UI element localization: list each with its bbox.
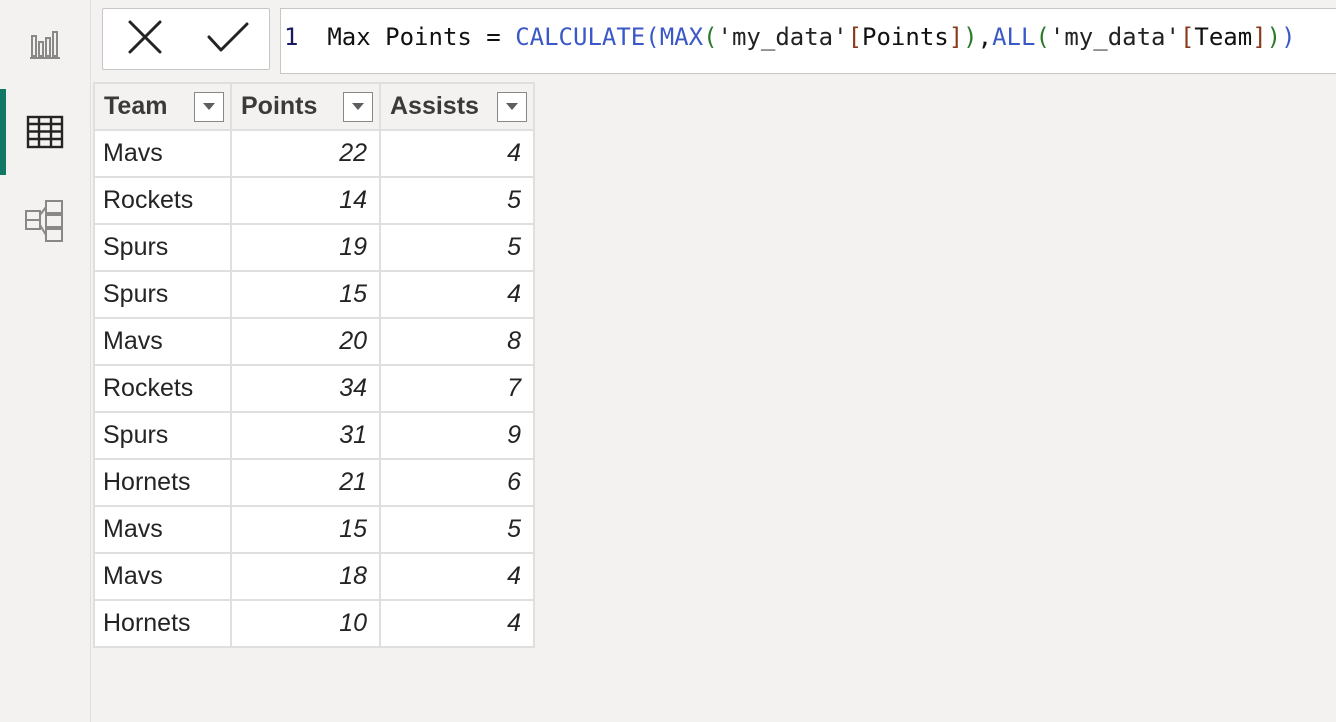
- assists-cell[interactable]: 9: [379, 411, 535, 460]
- team-cell[interactable]: Mavs: [93, 505, 232, 554]
- table-row: Spurs 31 9: [93, 411, 535, 460]
- team-cell[interactable]: Mavs: [93, 129, 232, 178]
- assists-cell[interactable]: 4: [379, 129, 535, 178]
- table-row: Mavs 18 4: [93, 552, 535, 601]
- table-row: Mavs 15 5: [93, 505, 535, 554]
- column-header-points[interactable]: Points: [230, 82, 381, 131]
- points-cell[interactable]: 19: [230, 223, 381, 272]
- column-reference: Team: [1194, 23, 1253, 51]
- filter-dropdown-icon[interactable]: [497, 91, 527, 122]
- comma: ,: [977, 23, 993, 51]
- view-switcher-rail: [0, 0, 91, 722]
- team-cell[interactable]: Mavs: [93, 317, 232, 366]
- column-reference: Points: [862, 23, 949, 51]
- points-cell[interactable]: 14: [230, 176, 381, 225]
- table-row: Rockets 14 5: [93, 176, 535, 225]
- assists-cell[interactable]: 5: [379, 505, 535, 554]
- formula-input[interactable]: 1 Max Points = CALCULATE(MAX('my_data'[P…: [280, 8, 1336, 74]
- team-cell[interactable]: Rockets: [93, 364, 232, 413]
- checkmark-icon: [206, 20, 250, 59]
- points-cell[interactable]: 20: [230, 317, 381, 366]
- points-cell[interactable]: 10: [230, 599, 381, 648]
- column-header-assists[interactable]: Assists: [379, 82, 535, 131]
- filter-dropdown-icon[interactable]: [194, 91, 224, 122]
- bracket-close: ]: [1252, 23, 1267, 51]
- bracket-close: ]: [948, 23, 964, 51]
- paren-close: ): [963, 23, 978, 51]
- data-view-button[interactable]: [0, 89, 90, 175]
- assists-cell[interactable]: 4: [379, 270, 535, 319]
- table-header-row: Team Points Assists: [93, 82, 535, 131]
- points-cell[interactable]: 21: [230, 458, 381, 507]
- function-max: MAX: [659, 23, 704, 51]
- commit-formula-button[interactable]: [204, 15, 252, 63]
- points-cell[interactable]: 15: [230, 505, 381, 554]
- points-cell[interactable]: 34: [230, 364, 381, 413]
- model-diagram-icon: [24, 199, 66, 243]
- paren-open: (: [645, 23, 660, 51]
- table-row: Spurs 19 5: [93, 223, 535, 272]
- paren-open: (: [1035, 23, 1050, 51]
- team-cell[interactable]: Spurs: [93, 223, 232, 272]
- table-row: Spurs 15 4: [93, 270, 535, 319]
- column-header-label: Team: [104, 92, 168, 120]
- paren-open: (: [703, 23, 718, 51]
- column-header-label: Assists: [390, 92, 479, 120]
- assists-cell[interactable]: 4: [379, 599, 535, 648]
- line-number: 1: [284, 23, 299, 51]
- function-calculate: CALCULATE: [515, 23, 646, 51]
- team-cell[interactable]: Spurs: [93, 270, 232, 319]
- bracket-open: [: [847, 23, 863, 51]
- team-cell[interactable]: Spurs: [93, 411, 232, 460]
- assists-cell[interactable]: 6: [379, 458, 535, 507]
- filter-dropdown-icon[interactable]: [343, 91, 373, 122]
- points-cell[interactable]: 18: [230, 552, 381, 601]
- function-all: ALL: [992, 23, 1036, 51]
- table-reference: 'my_data': [1049, 23, 1180, 51]
- cancel-formula-button[interactable]: [121, 15, 169, 63]
- points-cell[interactable]: 31: [230, 411, 381, 460]
- team-cell[interactable]: Hornets: [93, 599, 232, 648]
- data-table: Team Points Assists Mavs 22 4 Rockets 14 5 Spu…: [93, 82, 535, 648]
- table-reference: 'my_data': [717, 23, 848, 51]
- column-header-label: Points: [241, 92, 318, 120]
- team-cell[interactable]: Hornets: [93, 458, 232, 507]
- points-cell[interactable]: 22: [230, 129, 381, 178]
- paren-close: ): [1281, 23, 1296, 51]
- measure-name: Max Points =: [327, 23, 516, 51]
- table-row: Rockets 34 7: [93, 364, 535, 413]
- table-row: Mavs 20 8: [93, 317, 535, 366]
- points-cell[interactable]: 15: [230, 270, 381, 319]
- team-cell[interactable]: Rockets: [93, 176, 232, 225]
- model-view-button[interactable]: [0, 178, 90, 264]
- team-cell[interactable]: Mavs: [93, 552, 232, 601]
- table-grid-icon: [26, 115, 64, 149]
- assists-cell[interactable]: 4: [379, 552, 535, 601]
- assists-cell[interactable]: 5: [379, 223, 535, 272]
- table-row: Hornets 21 6: [93, 458, 535, 507]
- table-row: Mavs 22 4: [93, 129, 535, 178]
- paren-close: ): [1266, 23, 1282, 51]
- assists-cell[interactable]: 8: [379, 317, 535, 366]
- report-view-button[interactable]: [0, 0, 90, 86]
- column-header-team[interactable]: Team: [93, 82, 232, 131]
- close-icon: [126, 18, 164, 61]
- assists-cell[interactable]: 5: [379, 176, 535, 225]
- bar-chart-icon: [28, 26, 62, 60]
- table-row: Hornets 10 4: [93, 599, 535, 648]
- formula-commit-controls: [102, 8, 270, 70]
- assists-cell[interactable]: 7: [379, 364, 535, 413]
- bracket-open: [: [1179, 23, 1195, 51]
